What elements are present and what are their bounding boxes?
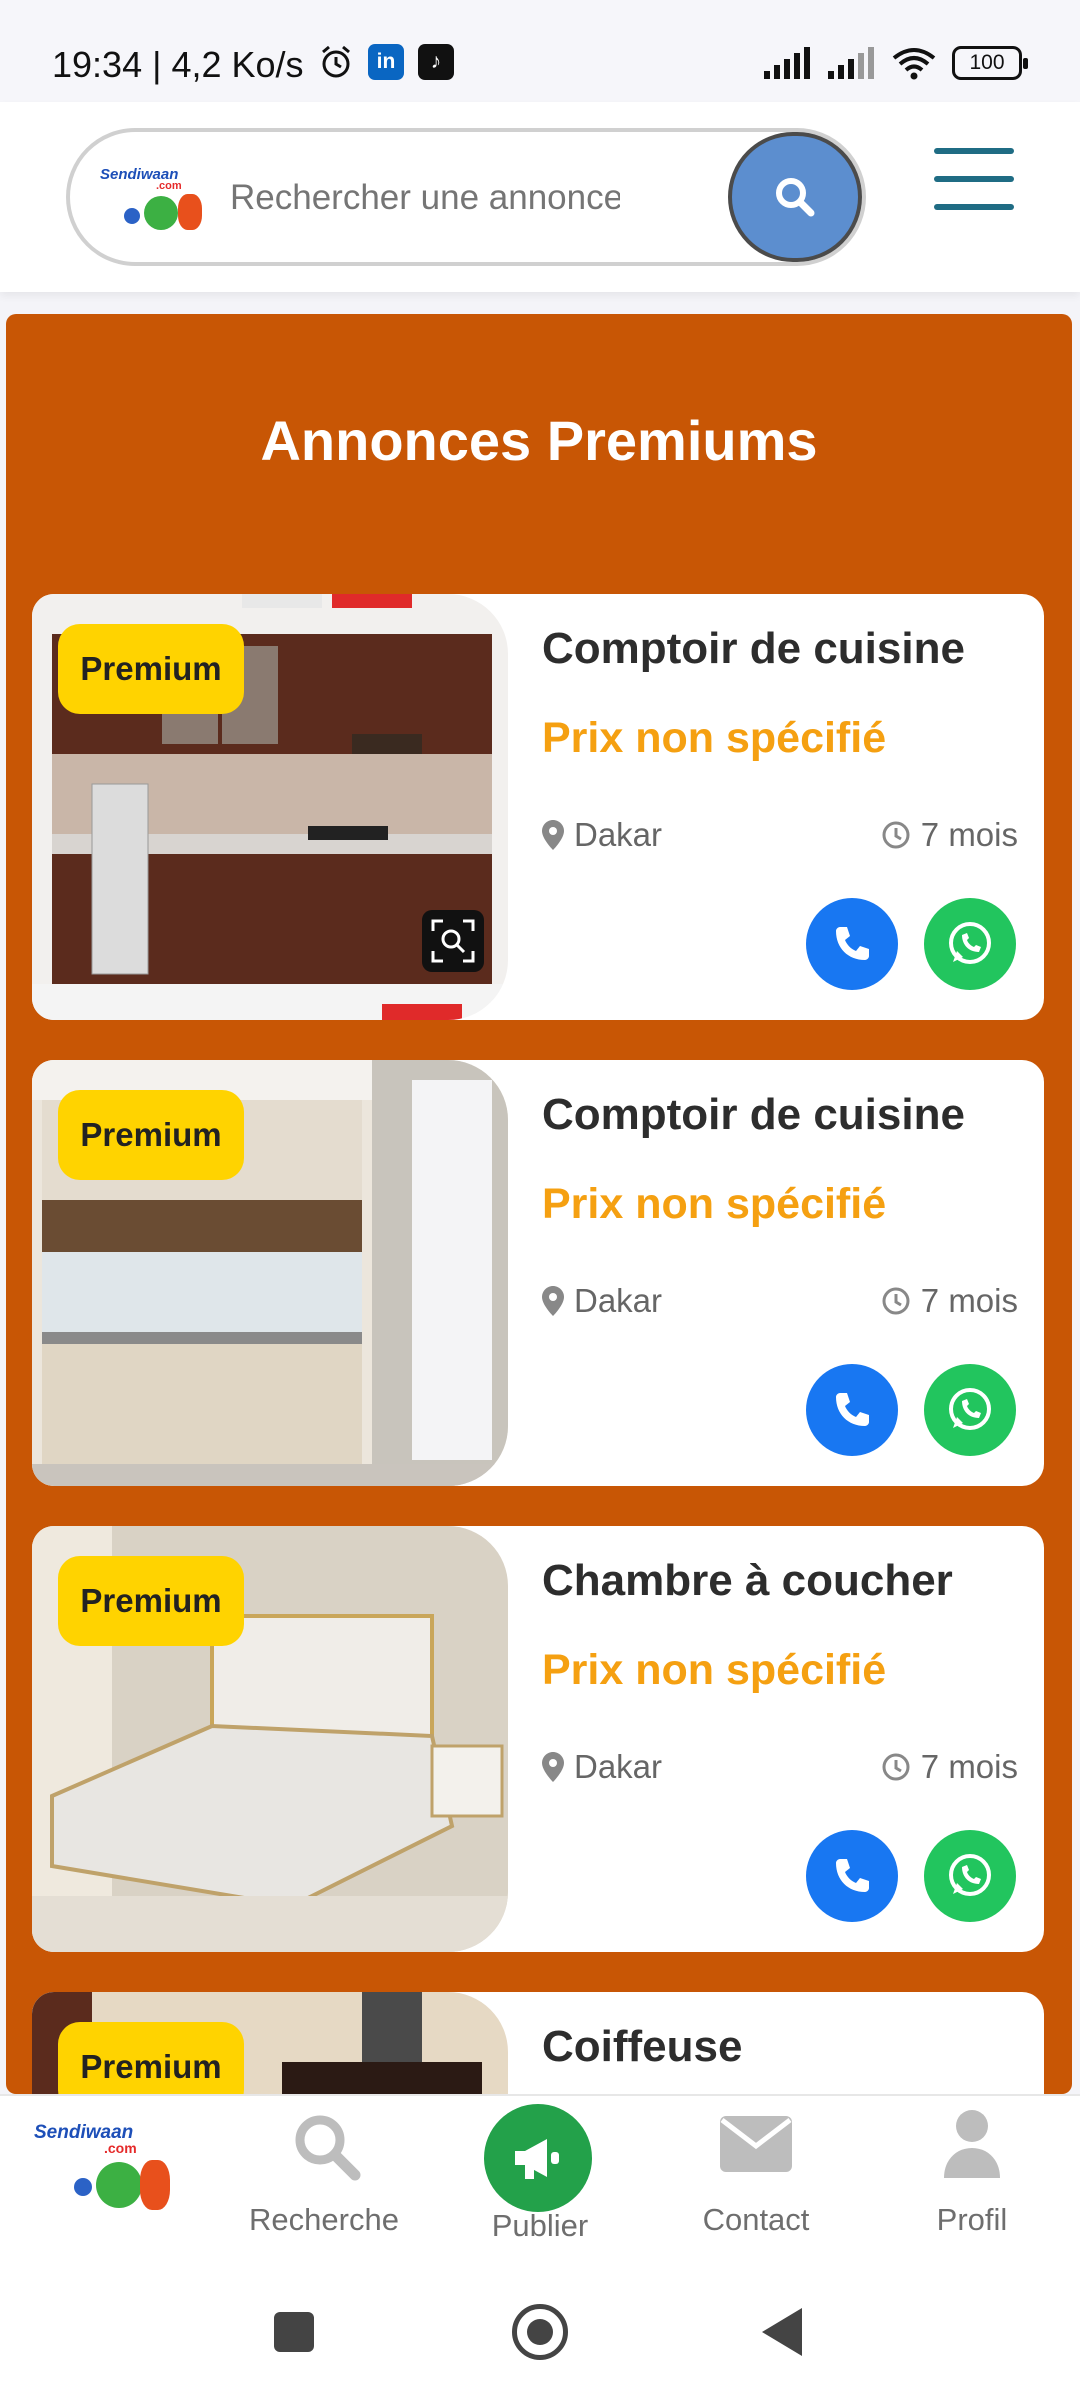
listing-image[interactable]: Premium <box>32 1060 508 1486</box>
search-icon <box>295 2115 361 2181</box>
nav-search[interactable]: Recherche <box>216 2096 432 2266</box>
location-text: Dakar <box>574 1282 663 1319</box>
section-title: Annonces Premiums <box>260 409 818 472</box>
nav-contact[interactable]: Contact <box>648 2096 864 2266</box>
logo-dot-green <box>144 196 178 230</box>
listing-image[interactable]: Premium <box>32 594 508 1020</box>
status-system-icons: 100 <box>764 46 1028 80</box>
listing-title[interactable]: Coiffeuse <box>542 2022 742 2072</box>
call-button[interactable] <box>806 1830 898 1922</box>
listing-card[interactable]: Premium Comptoir de cuisine Prix non spé… <box>32 1060 1044 1486</box>
menu-line <box>934 148 1014 154</box>
image-zoom-button[interactable] <box>422 910 484 972</box>
age-text: 7 mois <box>920 1748 1018 1785</box>
status-time: 19:34 | 4,2 Ko/s <box>52 44 304 85</box>
listing-image[interactable]: Premium <box>32 1526 508 1952</box>
listing-price: Prix non spécifié <box>542 1180 887 1228</box>
app-header: Sendiwaan .com <box>0 102 1080 292</box>
listing-age: 7 mois <box>881 1282 1018 1320</box>
hamburger-menu-button[interactable] <box>934 148 1014 210</box>
whatsapp-icon <box>949 1854 991 1896</box>
premium-badge: Premium <box>58 624 244 714</box>
whatsapp-button[interactable] <box>924 1364 1016 1456</box>
age-text: 7 mois <box>920 1282 1018 1319</box>
nav-publish[interactable]: Publier <box>432 2096 648 2266</box>
listing-price: Prix non spécifié <box>542 1646 887 1694</box>
megaphone-icon <box>515 2139 559 2179</box>
clock-icon <box>882 821 910 849</box>
listing-price: Prix non spécifié <box>542 714 887 762</box>
battery-indicator: 100 <box>952 46 1028 80</box>
listing-location: Dakar <box>542 816 662 854</box>
logo-dot-green <box>96 2162 142 2208</box>
listing-location: Dakar <box>542 1748 662 1786</box>
call-button[interactable] <box>806 1364 898 1456</box>
user-icon <box>944 2110 1000 2178</box>
logo-dot-blue <box>74 2178 92 2196</box>
listing-age: 7 mois <box>881 816 1018 854</box>
search-button[interactable] <box>728 132 862 262</box>
search-bar: Sendiwaan .com <box>66 128 866 266</box>
listing-title[interactable]: Chambre à coucher <box>542 1556 953 1606</box>
map-pin-icon <box>542 820 564 850</box>
status-bar: 19:34 | 4,2 Ko/s in ♪ 100 <box>0 0 1080 102</box>
search-icon <box>776 178 815 217</box>
signal-icon-secondary <box>828 47 874 79</box>
status-notification-icons: in ♪ <box>318 44 454 80</box>
recent-apps-button[interactable] <box>274 2312 314 2352</box>
tiktok-icon: ♪ <box>418 44 454 80</box>
logo-subtext: .com <box>104 2140 137 2156</box>
wifi-icon <box>892 48 936 80</box>
nav-profile[interactable]: Profil <box>864 2096 1080 2266</box>
sendiwaan-logo[interactable]: Sendiwaan .com <box>100 166 210 236</box>
listing-location: Dakar <box>542 1282 662 1320</box>
map-pin-icon <box>542 1286 564 1316</box>
map-pin-icon <box>542 1752 564 1782</box>
logo-subtext: .com <box>156 180 182 192</box>
publish-button[interactable] <box>484 2104 592 2212</box>
linkedin-icon: in <box>368 44 404 80</box>
phone-icon <box>836 927 869 960</box>
back-button[interactable] <box>762 2308 802 2356</box>
nav-label: Contact <box>702 2202 810 2237</box>
bottom-navigation: Sendiwaan .com Recherche Publier Contact… <box>0 2094 1080 2264</box>
premium-badge: Premium <box>58 1556 244 1646</box>
nav-label: Profil <box>936 2202 1008 2237</box>
phone-icon <box>836 1859 869 1892</box>
nav-home[interactable]: Sendiwaan .com <box>14 2096 230 2266</box>
whatsapp-button[interactable] <box>924 1830 1016 1922</box>
whatsapp-button[interactable] <box>924 898 1016 990</box>
premium-badge: Premium <box>58 1090 244 1180</box>
listing-card[interactable]: Premium Comptoir de cuisine Prix non spé… <box>32 594 1044 1020</box>
nav-label: Recherche <box>249 2202 399 2237</box>
menu-line <box>934 176 1014 182</box>
clock-icon <box>882 1753 910 1781</box>
alarm-icon <box>322 45 350 78</box>
whatsapp-icon <box>949 922 991 964</box>
logo-dot-blue <box>124 208 140 224</box>
whatsapp-icon <box>949 1388 991 1430</box>
menu-line <box>934 204 1014 210</box>
age-text: 7 mois <box>920 816 1018 853</box>
listing-age: 7 mois <box>881 1748 1018 1786</box>
search-input[interactable] <box>230 176 620 220</box>
listing-title[interactable]: Comptoir de cuisine <box>542 1090 965 1140</box>
nav-label: Publier <box>491 2208 589 2243</box>
system-navigation-bar <box>0 2264 1080 2400</box>
location-text: Dakar <box>574 1748 663 1785</box>
zoom-search-icon <box>431 919 475 963</box>
call-button[interactable] <box>806 898 898 990</box>
home-button[interactable] <box>512 2304 568 2360</box>
signal-icon <box>764 47 810 79</box>
logo-dot-orange <box>140 2160 170 2210</box>
listing-card[interactable]: Premium Chambre à coucher Prix non spéci… <box>32 1526 1044 1952</box>
sendiwaan-logo-nav: Sendiwaan .com <box>34 2122 194 2222</box>
premium-listings-section: Annonces Premiums Premium Comptoir de cu… <box>6 314 1072 2400</box>
location-text: Dakar <box>574 816 663 853</box>
listing-title[interactable]: Comptoir de cuisine <box>542 624 965 674</box>
phone-icon <box>836 1393 869 1426</box>
clock-icon <box>882 1287 910 1315</box>
logo-dot-orange <box>178 194 202 230</box>
envelope-icon <box>720 2116 792 2172</box>
